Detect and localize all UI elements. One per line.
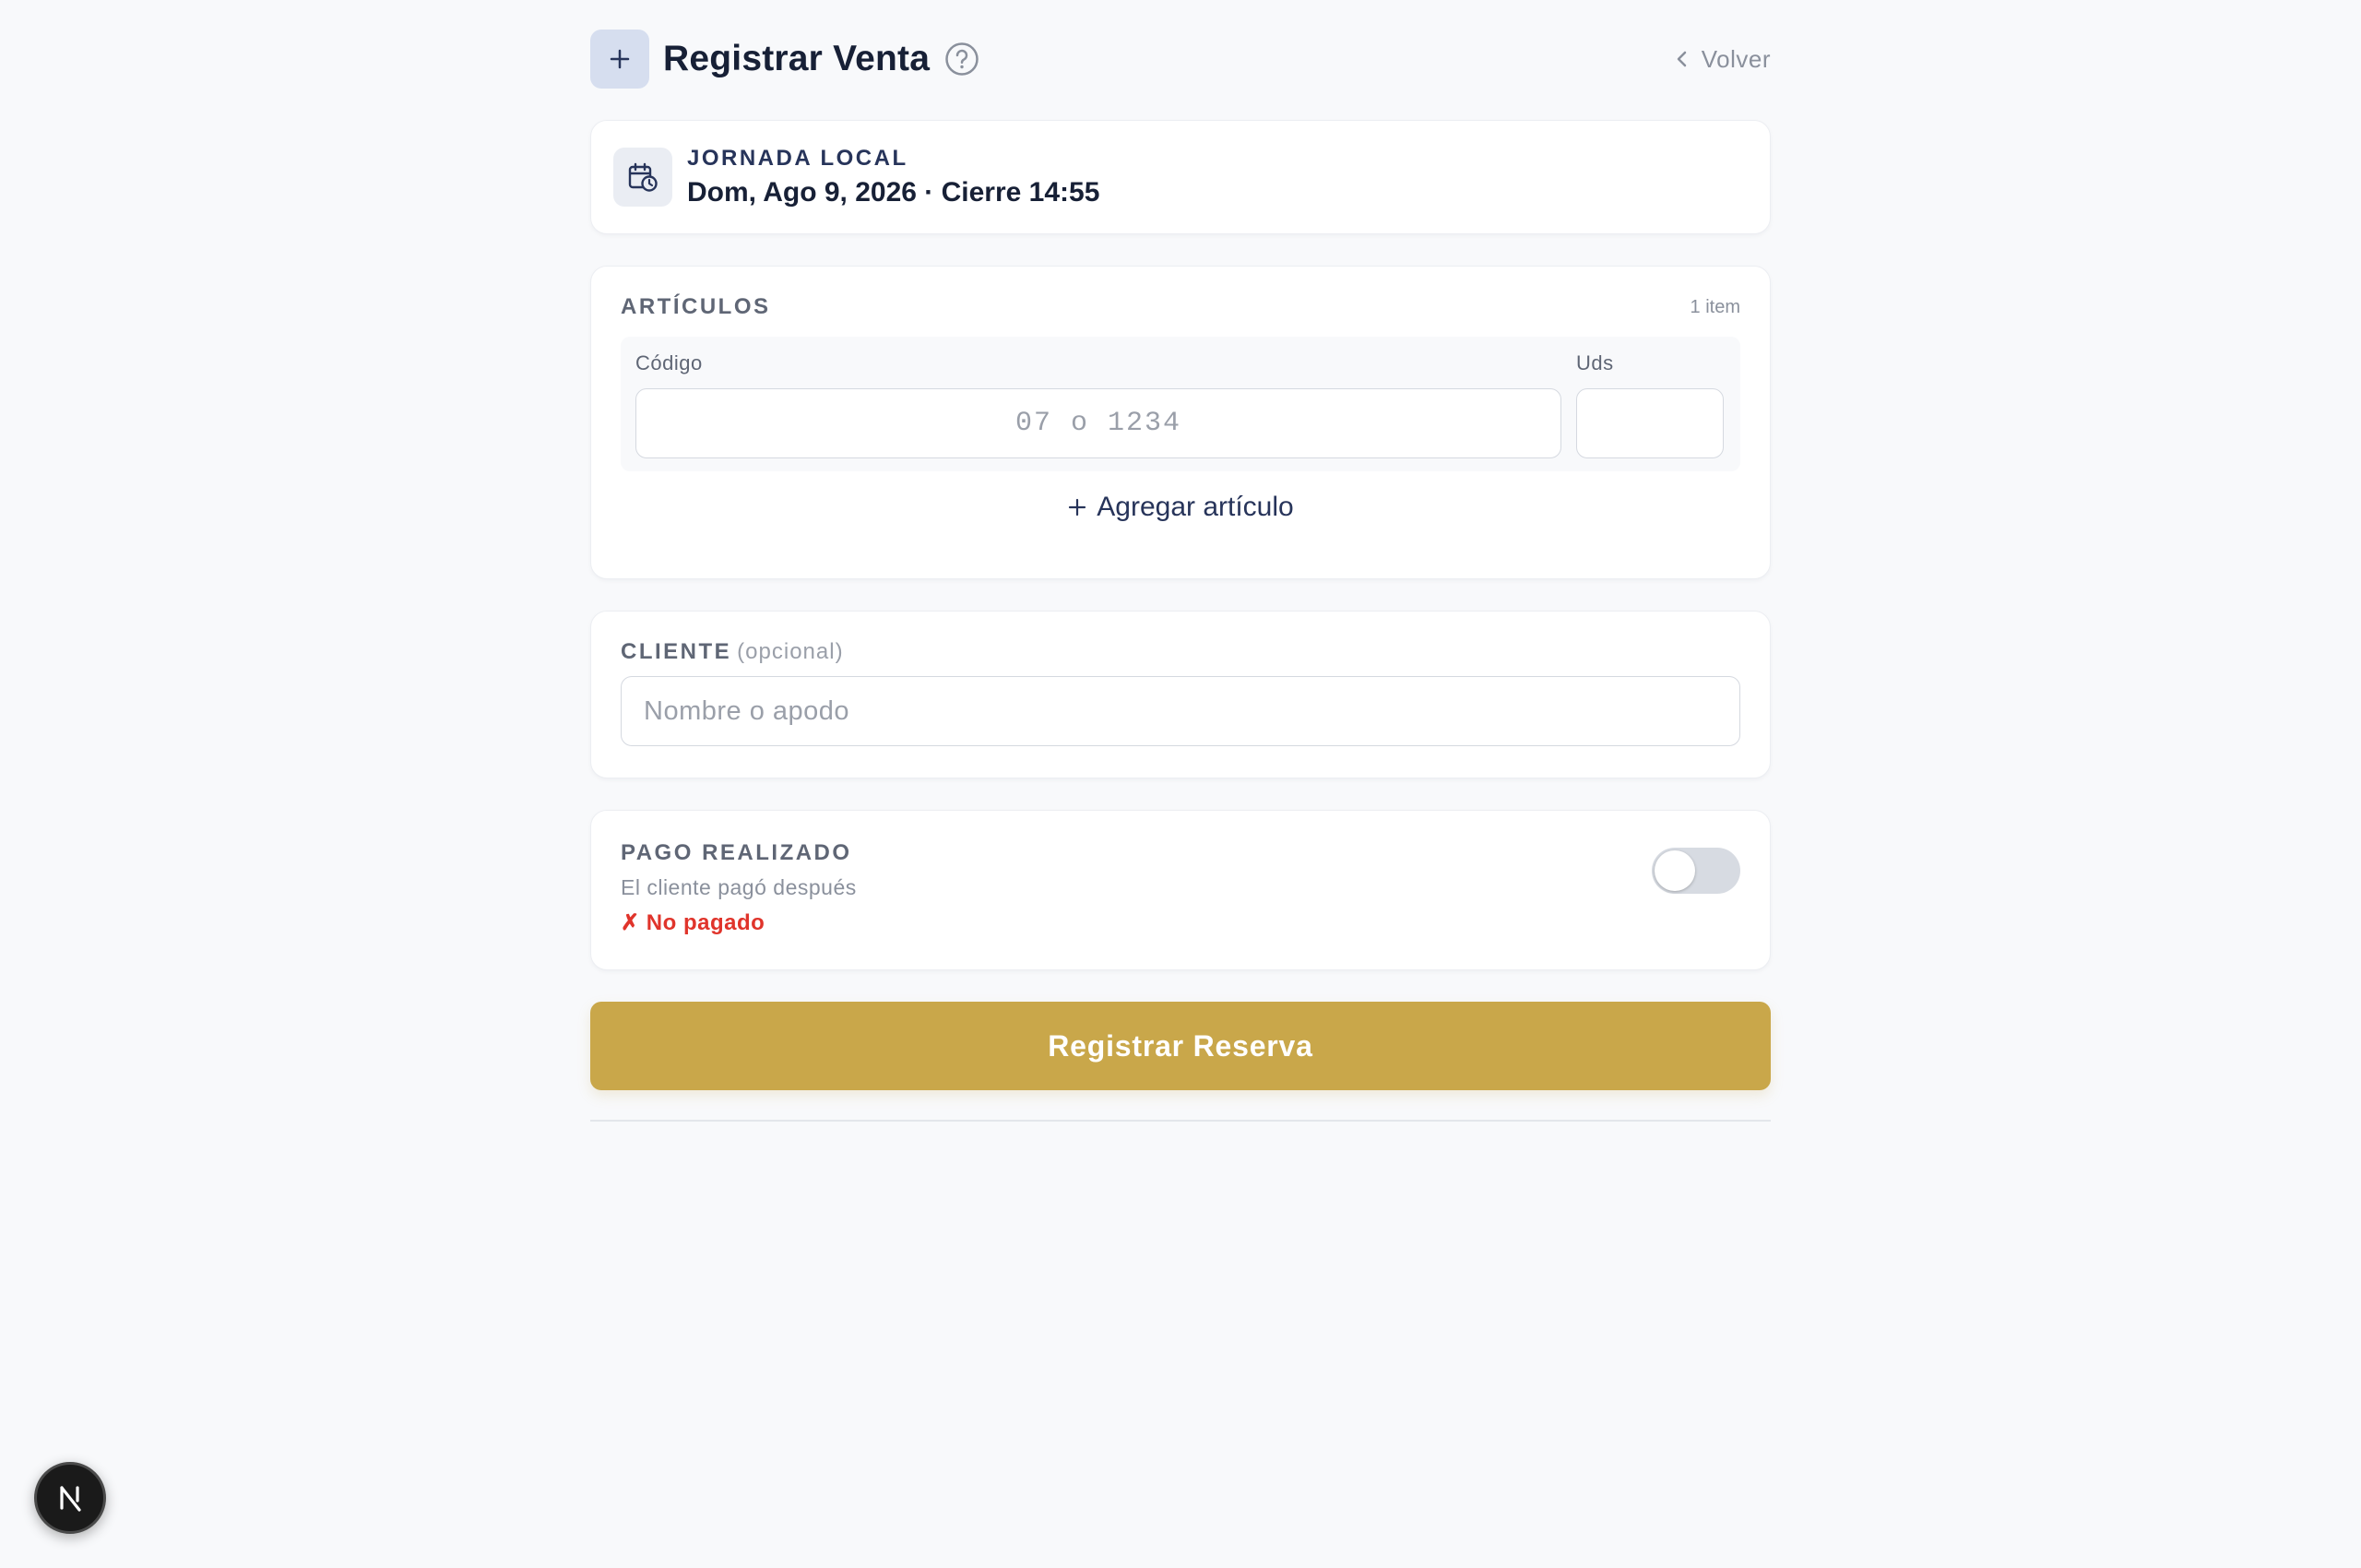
nextjs-logo-icon[interactable] [34, 1462, 106, 1534]
back-link[interactable]: Volver [1674, 45, 1771, 74]
payment-status: ✗ No pagado [621, 910, 765, 935]
client-card: CLIENTE (opcional) [590, 611, 1771, 778]
register-sale-page: Registrar Venta Volver JORNADA LOCAL Dom… [590, 30, 1771, 1122]
articles-section-label: ARTÍCULOS [621, 294, 771, 319]
code-label: Código [635, 351, 703, 374]
help-icon[interactable] [943, 41, 980, 77]
jornada-info: JORNADA LOCAL Dom, Ago 9, 2026 · Cierre … [687, 146, 1099, 208]
plus-icon [590, 30, 649, 89]
plus-icon [1069, 498, 1086, 517]
code-input[interactable] [635, 388, 1561, 458]
articles-card: ARTÍCULOS 1 item Código Uds Agregar artí… [590, 266, 1771, 579]
jornada-date: Dom, Ago 9, 2026 · Cierre 14:55 [687, 177, 1100, 208]
chevron-left-icon [1677, 51, 1686, 67]
jornada-label: JORNADA LOCAL [687, 146, 908, 171]
client-section-label: CLIENTE (opcional) [621, 639, 1740, 665]
client-optional-label: (opcional) [737, 639, 844, 664]
register-reservation-button[interactable]: Registrar Reserva [590, 1002, 1771, 1090]
item-count: 1 item [1690, 296, 1740, 317]
payment-card: PAGO REALIZADO El cliente pagó después ✗… [590, 810, 1771, 970]
add-article-button[interactable]: Agregar artículo [621, 492, 1740, 523]
toggle-knob [1655, 850, 1695, 891]
payment-toggle[interactable] [1652, 848, 1740, 894]
code-field: Código [635, 351, 1561, 471]
client-name-input[interactable] [621, 676, 1740, 746]
divider [590, 1120, 1771, 1122]
uds-field: Uds [1576, 351, 1724, 471]
back-label: Volver [1701, 44, 1771, 73]
payment-section-label: PAGO REALIZADO [621, 840, 852, 865]
page-header: Registrar Venta Volver [590, 30, 1771, 89]
articles-header: ARTÍCULOS 1 item [621, 294, 1740, 320]
article-row: Código Uds [621, 337, 1740, 471]
header-left: Registrar Venta [590, 30, 980, 89]
payment-subtitle: El cliente pagó después [621, 875, 857, 899]
client-label: CLIENTE [621, 639, 732, 664]
uds-label: Uds [1576, 351, 1614, 374]
add-article-label: Agregar artículo [1097, 492, 1294, 522]
page-title: Registrar Venta [663, 39, 931, 78]
calendar-clock-icon [613, 148, 672, 207]
jornada-card: JORNADA LOCAL Dom, Ago 9, 2026 · Cierre … [590, 120, 1771, 234]
uds-input[interactable] [1576, 388, 1724, 458]
